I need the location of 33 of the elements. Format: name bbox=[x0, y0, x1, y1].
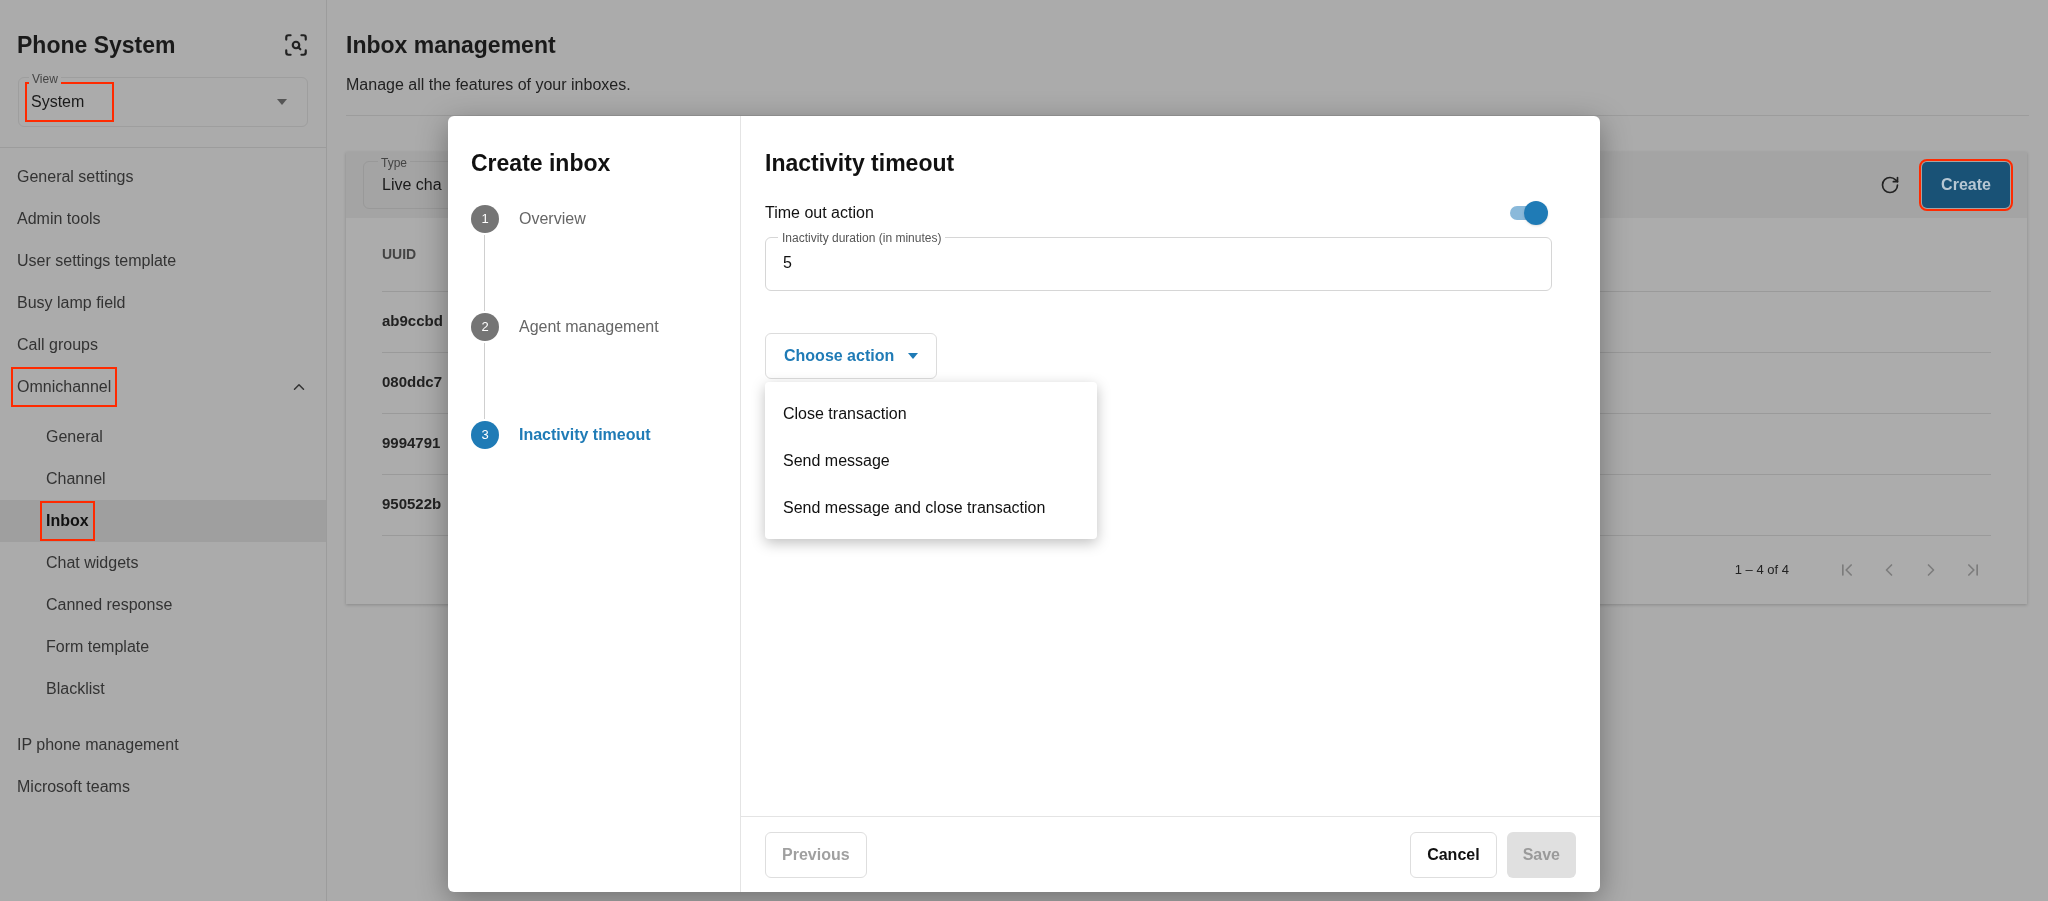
nav-label: Chat widgets bbox=[45, 552, 140, 573]
nav-label: Channel bbox=[45, 468, 107, 489]
nav-label: Busy lamp field bbox=[16, 292, 127, 313]
table-cell-text: ab9ccbd bbox=[382, 311, 443, 332]
toggle-label: Time out action bbox=[765, 202, 874, 223]
table-cell-text: 950522b bbox=[382, 494, 442, 515]
pagination-range: 1 – 4 of 4 bbox=[1734, 560, 1789, 579]
nav-label: User settings template bbox=[16, 250, 178, 271]
duration-label: Inactivity duration (in minutes) bbox=[781, 230, 943, 245]
nav-label: Blacklist bbox=[45, 678, 106, 699]
duration-value: 5 bbox=[782, 252, 793, 273]
step-number: 3 bbox=[471, 420, 499, 449]
nav-label: Omnichannel bbox=[13, 368, 116, 405]
nav-label: General bbox=[45, 426, 104, 447]
table-cell-text: 080ddc7 bbox=[382, 372, 443, 393]
nav-label: General settings bbox=[16, 166, 135, 187]
table-cell-text: 9994791 bbox=[382, 433, 441, 454]
dialog-title: Create inbox bbox=[471, 149, 612, 178]
nav-label: Microsoft teams bbox=[16, 776, 131, 797]
section-title: Inactivity timeout bbox=[765, 149, 956, 178]
nav-label: Form template bbox=[45, 636, 151, 657]
nav-label: Call groups bbox=[16, 334, 99, 355]
page-title: Inbox management bbox=[346, 31, 557, 60]
column-header: UUID bbox=[382, 244, 417, 264]
nav-label: Inbox bbox=[42, 502, 93, 539]
nav-label: IP phone management bbox=[16, 734, 180, 755]
step-number: 2 bbox=[471, 312, 499, 341]
type-value: Live cha bbox=[382, 174, 442, 195]
page-subtitle: Manage all the features of your inboxes. bbox=[346, 74, 632, 95]
nav-label: Canned response bbox=[45, 594, 174, 615]
step-number: 1 bbox=[471, 204, 499, 233]
app-title: Phone System bbox=[17, 31, 176, 60]
nav-label: Admin tools bbox=[16, 208, 102, 229]
